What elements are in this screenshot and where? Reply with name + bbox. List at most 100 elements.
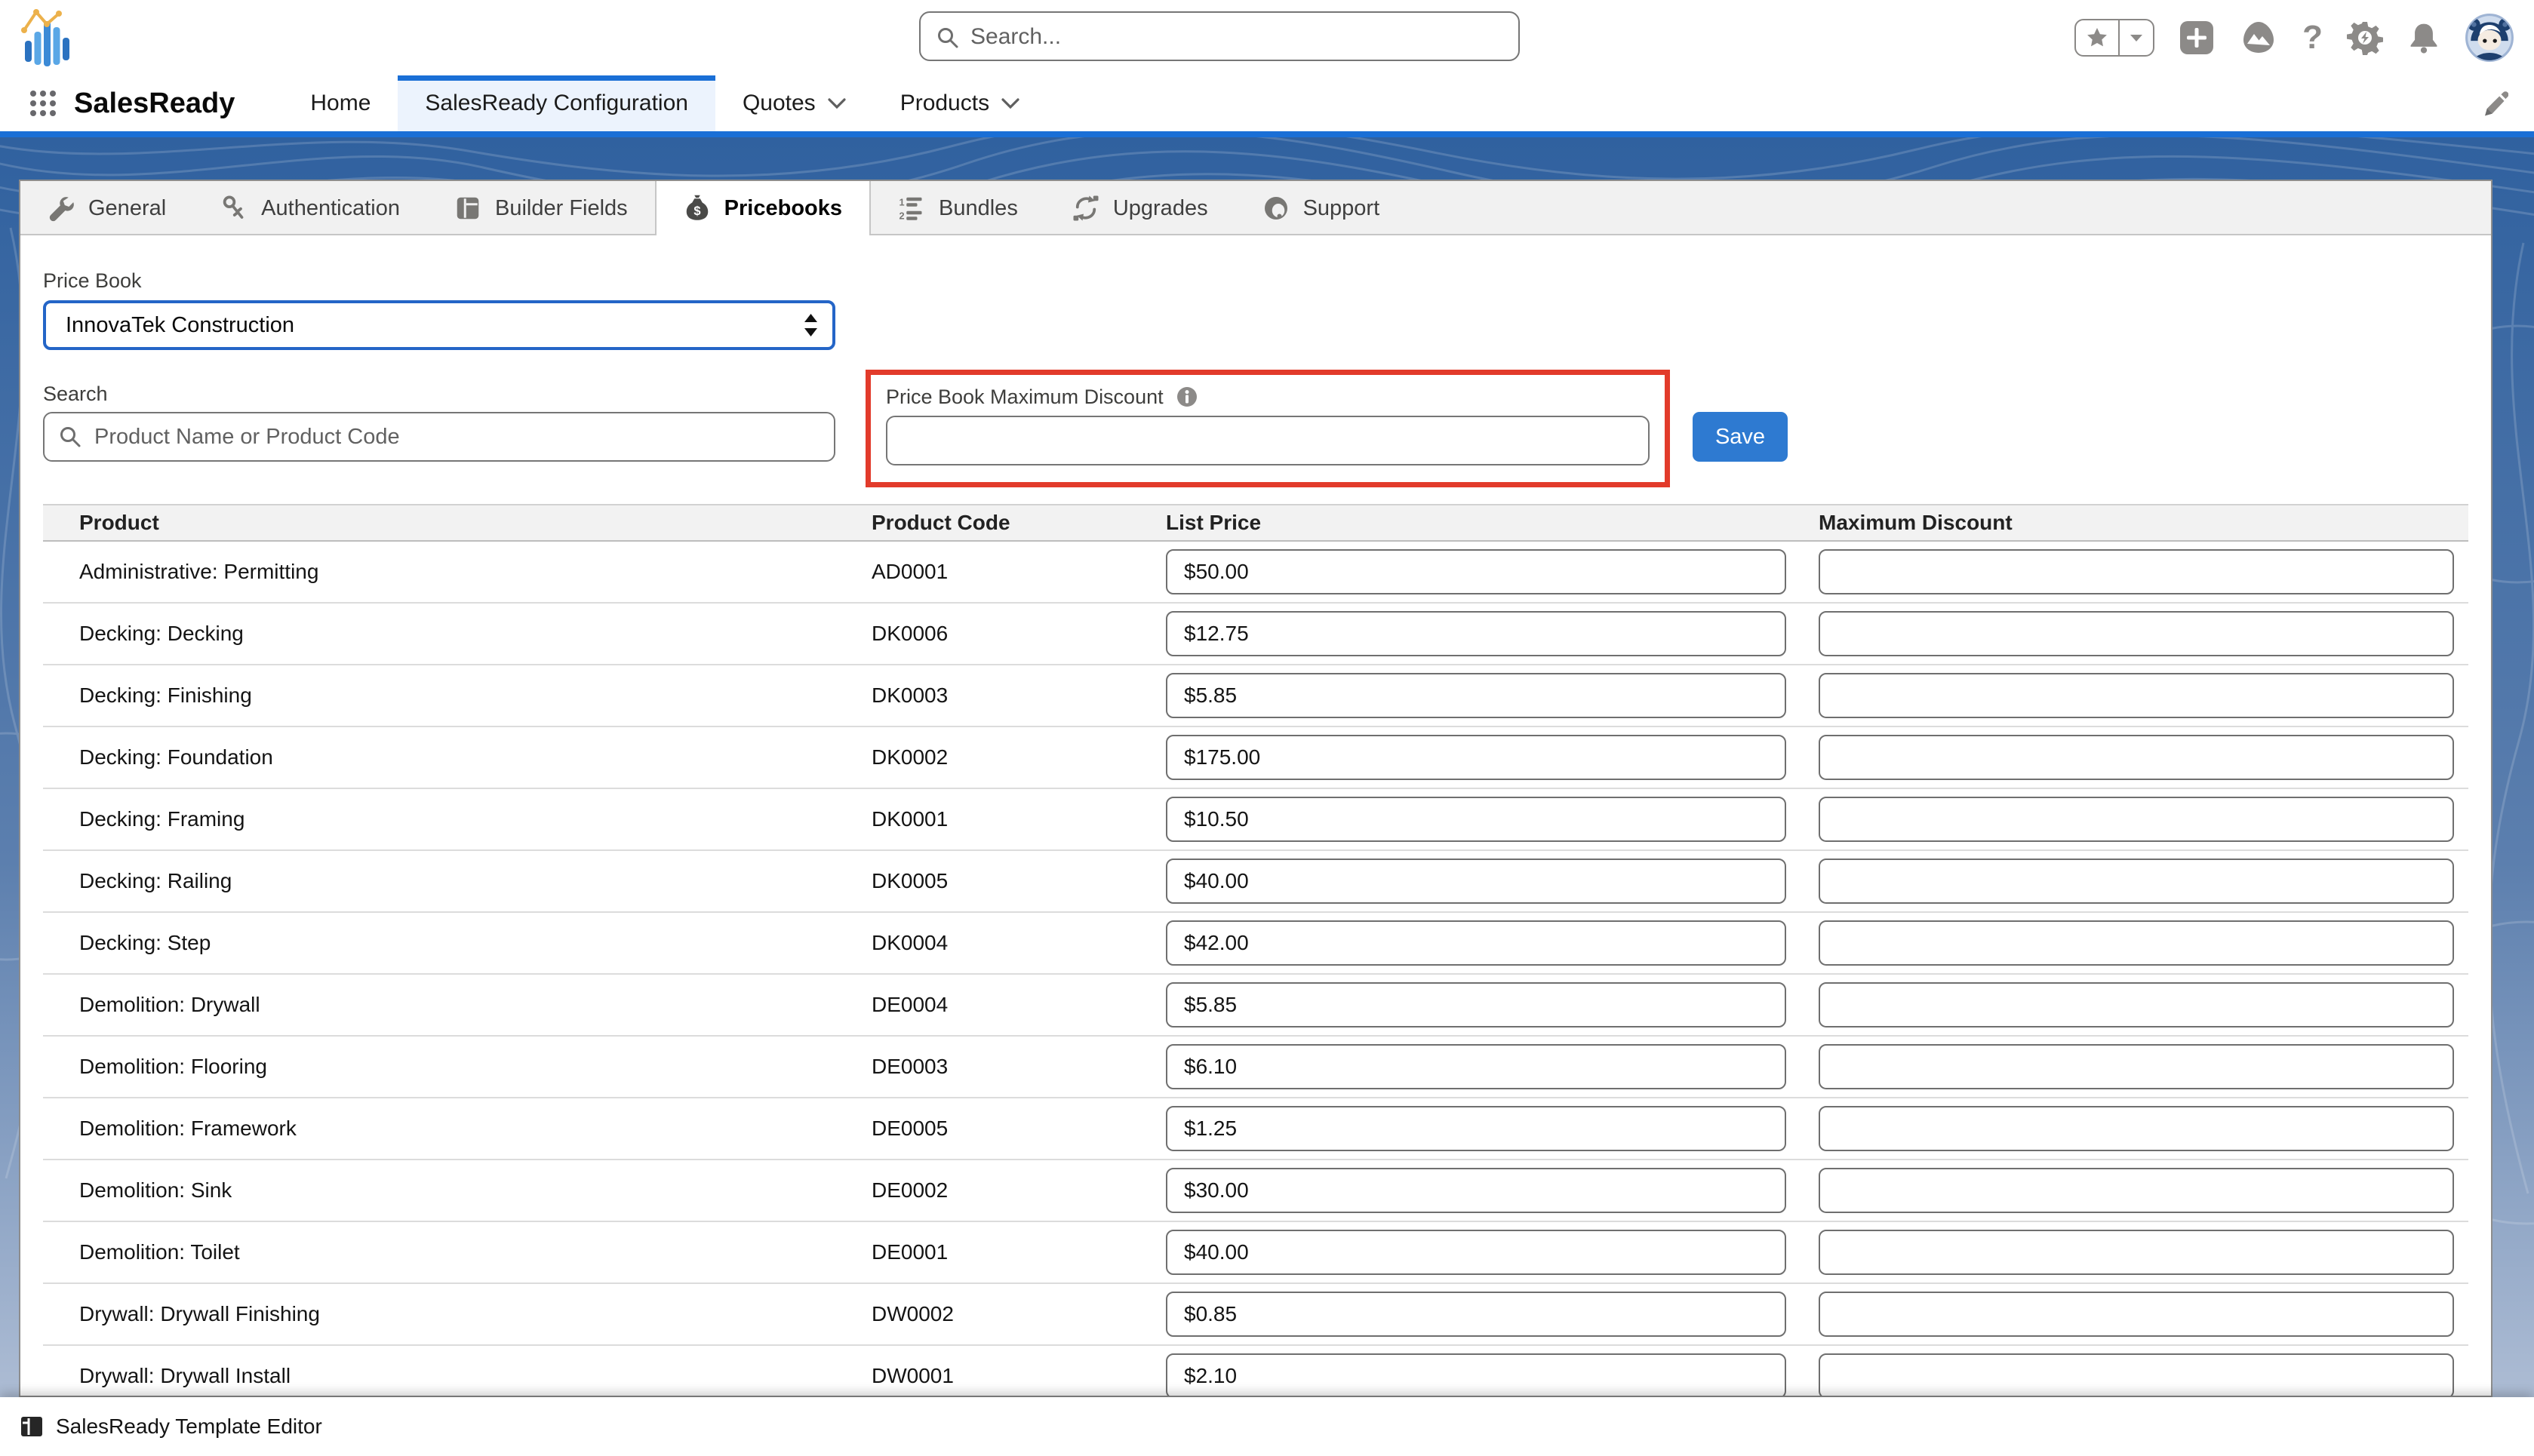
list-price-input[interactable]: [1166, 920, 1786, 966]
product-code: DK0001: [872, 807, 1166, 831]
edit-nav-button[interactable]: [2478, 75, 2508, 131]
tab-builder-fields[interactable]: Builder Fields: [427, 181, 655, 235]
template-editor-tab[interactable]: SalesReady Template Editor: [20, 1415, 322, 1439]
max-discount-input[interactable]: [1819, 673, 2454, 718]
list-price-cell: [1166, 1106, 1819, 1151]
max-discount-input[interactable]: [886, 416, 1650, 465]
list-price-cell: [1166, 982, 1819, 1027]
table-row: Decking: Railing DK0005: [43, 851, 2468, 913]
app-name: SalesReady: [74, 75, 235, 131]
product-code: DE0001: [872, 1240, 1166, 1264]
max-discount-input[interactable]: [1819, 1044, 2454, 1089]
max-discount-cell: [1819, 735, 2468, 780]
table-row: Demolition: Framework DE0005: [43, 1098, 2468, 1160]
nav-item-salesready-configuration[interactable]: SalesReady Configuration: [398, 75, 715, 131]
max-discount-input[interactable]: [1819, 735, 2454, 780]
pencil-icon: [2478, 88, 2508, 118]
list-price-input[interactable]: [1166, 735, 1786, 780]
product-code: DE0004: [872, 993, 1166, 1017]
column-header-product-code: Product Code: [872, 511, 1166, 535]
list-price-input[interactable]: [1166, 673, 1786, 718]
list-price-input[interactable]: [1166, 549, 1786, 594]
nav-item-label: SalesReady Configuration: [425, 91, 688, 116]
table-row: Demolition: Flooring DE0003: [43, 1037, 2468, 1098]
table-row: Demolition: Drywall DE0004: [43, 975, 2468, 1037]
list-price-input[interactable]: [1166, 982, 1786, 1027]
max-discount-cell: [1819, 611, 2468, 656]
max-discount-cell: [1819, 1230, 2468, 1275]
product-search-box: [43, 412, 835, 462]
favorites-star-button[interactable]: [2076, 20, 2118, 55]
tab-authentication[interactable]: Authentication: [193, 181, 427, 235]
list-price-input[interactable]: [1166, 1168, 1786, 1213]
product-search-label: Search: [43, 382, 835, 406]
max-discount-input[interactable]: [1819, 982, 2454, 1027]
max-discount-input[interactable]: [1819, 549, 2454, 594]
max-discount-input[interactable]: [1819, 797, 2454, 842]
list-price-input[interactable]: [1166, 611, 1786, 656]
wrench-icon: [48, 195, 75, 222]
nav-item-home[interactable]: Home: [283, 75, 398, 131]
product-search-input[interactable]: [43, 412, 835, 462]
max-discount-input[interactable]: [1819, 920, 2454, 966]
bar-chart-logo-icon: [20, 5, 75, 71]
nav-item-quotes[interactable]: Quotes: [715, 75, 873, 131]
max-discount-cell: [1819, 1106, 2468, 1151]
product-name: Demolition: Framework: [43, 1117, 872, 1141]
product-name: Decking: Finishing: [43, 683, 872, 708]
list-price-input[interactable]: [1166, 1106, 1786, 1151]
list-price-input[interactable]: [1166, 859, 1786, 904]
list-price-input[interactable]: [1166, 1044, 1786, 1089]
product-code: DE0005: [872, 1117, 1166, 1141]
product-table: Product Product Code List Price Maximum …: [43, 504, 2468, 1397]
layout-icon: [454, 195, 481, 222]
topbar-actions: ?: [2074, 11, 2514, 65]
global-actions-button[interactable]: [2179, 20, 2215, 56]
product-name: Decking: Railing: [43, 869, 872, 893]
tab-upgrades[interactable]: Upgrades: [1045, 181, 1235, 235]
product-name: Demolition: Flooring: [43, 1055, 872, 1079]
product-table-header: Product Product Code List Price Maximum …: [43, 504, 2468, 542]
help-button[interactable]: ?: [2302, 21, 2323, 54]
guidance-center-button[interactable]: [2239, 20, 2278, 56]
max-discount-input[interactable]: [1819, 1353, 2454, 1397]
list-price-input[interactable]: [1166, 1230, 1786, 1275]
tab-support[interactable]: Support: [1235, 181, 1407, 235]
table-row: Decking: Foundation DK0002: [43, 727, 2468, 789]
product-name: Demolition: Sink: [43, 1178, 872, 1203]
table-row: Decking: Finishing DK0003: [43, 665, 2468, 727]
list-price-input[interactable]: [1166, 1353, 1786, 1397]
max-discount-input[interactable]: [1819, 1168, 2454, 1213]
notifications-button[interactable]: [2407, 20, 2440, 56]
info-icon[interactable]: [1176, 386, 1198, 408]
product-table-body: Administrative: Permitting AD0001 Deckin…: [43, 542, 2468, 1397]
plus-icon: [2179, 20, 2215, 56]
max-discount-input[interactable]: [1819, 1292, 2454, 1337]
save-button[interactable]: Save: [1693, 412, 1788, 462]
nav-item-label: Quotes: [743, 91, 816, 116]
global-search-input[interactable]: [969, 14, 1508, 60]
nav-item-products[interactable]: Products: [873, 75, 1047, 131]
list-price-input[interactable]: [1166, 1292, 1786, 1337]
product-name: Administrative: Permitting: [43, 560, 872, 584]
max-discount-input[interactable]: [1819, 1106, 2454, 1151]
setup-button[interactable]: [2347, 20, 2383, 56]
list-price-cell: [1166, 1292, 1819, 1337]
tab-general[interactable]: General: [20, 181, 193, 235]
pricebook-select[interactable]: InnovaTek Construction: [43, 300, 835, 350]
nav-item-label: Home: [310, 91, 371, 116]
max-discount-input[interactable]: [1819, 611, 2454, 656]
product-name: Demolition: Drywall: [43, 993, 872, 1017]
tab-pricebooks[interactable]: $ Pricebooks: [655, 181, 871, 235]
max-discount-cell: [1819, 920, 2468, 966]
tab-label: Builder Fields: [495, 196, 628, 221]
user-avatar[interactable]: [2465, 13, 2514, 63]
tab-bundles[interactable]: 1 2 Bundles: [871, 181, 1045, 235]
app-launcher-button[interactable]: [21, 75, 65, 131]
max-discount-input[interactable]: [1819, 859, 2454, 904]
max-discount-input[interactable]: [1819, 1230, 2454, 1275]
list-price-input[interactable]: [1166, 797, 1786, 842]
favorites-control: [2074, 19, 2154, 57]
favorites-dropdown-button[interactable]: [2118, 20, 2153, 55]
company-logo[interactable]: [20, 5, 75, 75]
